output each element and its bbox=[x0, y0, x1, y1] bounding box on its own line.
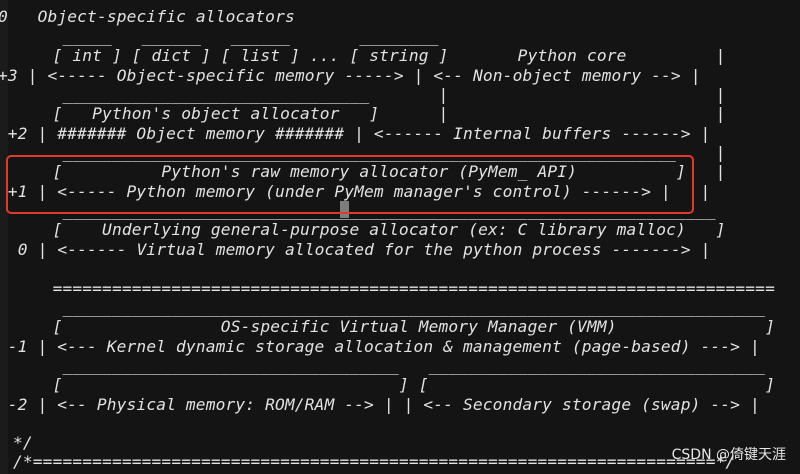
code-line-19: __________________________________ _____… bbox=[13, 356, 766, 375]
code-line-18: -1 | <--- Kernel dynamic storage allocat… bbox=[0, 337, 760, 356]
code-line-20: [ ] [ ] bbox=[13, 375, 775, 394]
code-line-2: _____ ______ ______ ________ bbox=[13, 27, 439, 46]
code-line-6: [ Python's object allocator ] | | bbox=[13, 104, 726, 123]
code-line-5: _______________________________ | | bbox=[13, 85, 726, 104]
code-line-21: -2 | <-- Physical memory: ROM/RAM --> | … bbox=[0, 395, 760, 414]
watermark-text: CSDN @倚键天涯 bbox=[671, 447, 786, 463]
code-line-7: 5 +2 | ####### Object memory ####### | <… bbox=[0, 124, 711, 143]
code-line-16: ________________________________________… bbox=[13, 298, 766, 317]
code-line-1: 0 Object-specific allocators bbox=[0, 7, 295, 26]
code-line-4: +3 | <----- Object-specific memory -----… bbox=[0, 66, 701, 85]
highlight-box bbox=[6, 155, 694, 214]
code-line-24: /*======================================… bbox=[13, 452, 736, 471]
code-line-15: ========================================… bbox=[13, 279, 775, 298]
code-line-13: 0 | <------ Virtual memory allocated for… bbox=[0, 240, 711, 259]
code-line-17: [ OS-specific Virtual Memory Manager (VM… bbox=[13, 317, 775, 336]
code-line-23: */ bbox=[13, 433, 33, 452]
code-line-3: [ int ] [ dict ] [ list ] ... [ string ]… bbox=[13, 46, 726, 65]
terminal-window: 0 Object-specific allocators _____ _____… bbox=[0, 0, 800, 474]
code-line-12: [ Underlying general-purpose allocator (… bbox=[13, 220, 726, 239]
